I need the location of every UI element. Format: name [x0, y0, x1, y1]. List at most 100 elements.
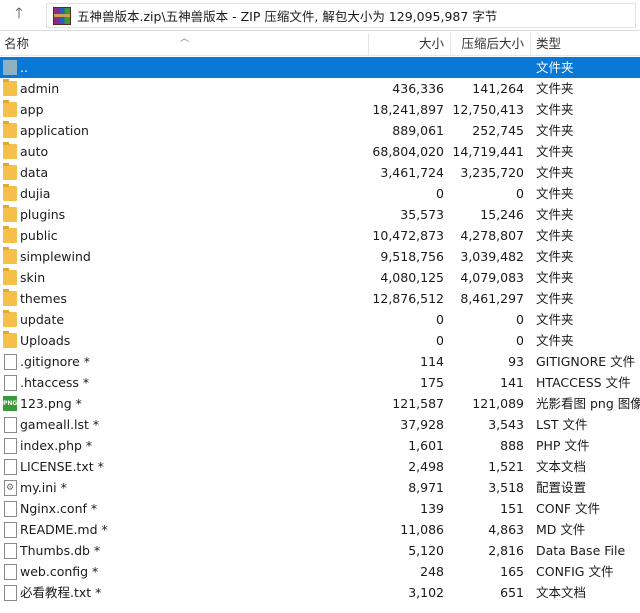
file-size: 11,086: [400, 522, 444, 537]
file-icon: [4, 564, 17, 580]
file-list-row[interactable]: LICENSE.txt * 2,498 1,521 文本文档: [0, 456, 640, 477]
file-list-row[interactable]: gameall.lst * 37,928 3,543 LST 文件: [0, 414, 640, 435]
file-name: public: [20, 228, 58, 243]
file-packed-size: 0: [516, 186, 524, 201]
file-size: 8,971: [408, 480, 444, 495]
file-icon: [4, 522, 17, 538]
file-list-row[interactable]: admin 436,336 141,264 文件夹: [0, 78, 640, 99]
file-list-row[interactable]: web.config * 248 165 CONFIG 文件: [0, 561, 640, 582]
file-name: my.ini *: [20, 480, 67, 495]
column-divider[interactable]: [368, 33, 369, 55]
file-name: web.config *: [20, 564, 99, 579]
column-divider[interactable]: [450, 33, 451, 55]
folder-icon: [3, 310, 17, 327]
file-list-row[interactable]: auto 68,804,020 14,719,441 文件夹: [0, 141, 640, 162]
file-size: 1,601: [408, 438, 444, 453]
file-size: 114: [420, 354, 444, 369]
file-packed-size: 4,079,083: [460, 270, 524, 285]
file-packed-size: 2,816: [488, 543, 524, 558]
file-type: 文件夹: [536, 144, 574, 159]
settings-file-icon: [4, 478, 17, 499]
archive-path-field[interactable]: 五神兽版本.zip\五神兽版本 - ZIP 压缩文件, 解包大小为 129,09…: [46, 3, 636, 28]
file-size: 3,461,724: [380, 165, 444, 180]
file-name: 123.png *: [20, 396, 82, 411]
file-name: gameall.lst *: [20, 417, 100, 432]
file-name: plugins: [20, 207, 66, 222]
folder-icon: [3, 121, 17, 138]
file-type: 文件夹: [536, 228, 574, 243]
file-list-row[interactable]: skin 4,080,125 4,079,083 文件夹: [0, 267, 640, 288]
file-packed-size: 151: [500, 501, 524, 516]
file-list-row[interactable]: README.md * 11,086 4,863 MD 文件: [0, 519, 640, 540]
file-name: LICENSE.txt *: [20, 459, 104, 474]
file-name: data: [20, 165, 49, 180]
column-header-type[interactable]: 类型: [536, 31, 561, 55]
file-type: GITIGNORE 文件: [536, 354, 636, 369]
file-size: 0: [436, 186, 444, 201]
file-size: 37,928: [400, 417, 444, 432]
file-list-row[interactable]: data 3,461,724 3,235,720 文件夹: [0, 162, 640, 183]
text-file-icon: [4, 459, 17, 475]
file-packed-size: 3,235,720: [460, 165, 524, 180]
file-list-row[interactable]: app 18,241,897 12,750,413 文件夹: [0, 99, 640, 120]
file-size: 0: [436, 312, 444, 327]
file-size: 68,804,020: [372, 144, 444, 159]
file-packed-size: 121,089: [472, 396, 524, 411]
file-packed-size: 12,750,413: [452, 102, 524, 117]
folder-icon: [3, 226, 17, 243]
file-name: skin: [20, 270, 46, 285]
file-packed-size: 651: [500, 585, 524, 600]
file-type: 文件夹: [536, 333, 574, 348]
folder-icon: [3, 289, 17, 306]
file-type: 文件夹: [536, 165, 574, 180]
file-size: 4,080,125: [380, 270, 444, 285]
file-type: 光影看图 png 图像: [536, 396, 640, 411]
file-list-row[interactable]: index.php * 1,601 888 PHP 文件: [0, 435, 640, 456]
file-list-row[interactable]: simplewind 9,518,756 3,039,482 文件夹: [0, 246, 640, 267]
file-list-row[interactable]: themes 12,876,512 8,461,297 文件夹: [0, 288, 640, 309]
file-list-row[interactable]: application 889,061 252,745 文件夹: [0, 120, 640, 141]
file-type: 文件夹: [536, 207, 574, 222]
folder-icon: [3, 247, 17, 264]
file-list-row[interactable]: update 0 0 文件夹: [0, 309, 640, 330]
path-bar: 🡑 五神兽版本.zip\五神兽版本 - ZIP 压缩文件, 解包大小为 129,…: [0, 0, 640, 31]
file-list-row[interactable]: .gitignore * 114 93 GITIGNORE 文件: [0, 351, 640, 372]
file-list-row[interactable]: Uploads 0 0 文件夹: [0, 330, 640, 351]
file-list-row[interactable]: PNG 123.png * 121,587 121,089 光影看图 png 图像: [0, 393, 640, 414]
winrar-archive-icon: [53, 6, 71, 25]
file-icon: [4, 375, 17, 391]
folder-icon: [3, 79, 17, 96]
file-name: .gitignore *: [20, 354, 91, 369]
file-list-row[interactable]: Nginx.conf * 139 151 CONF 文件: [0, 498, 640, 519]
archive-path-text: 五神兽版本.zip\五神兽版本 - ZIP 压缩文件, 解包大小为 129,09…: [77, 9, 498, 24]
file-size: 3,102: [408, 585, 444, 600]
file-packed-size: 141: [500, 375, 524, 390]
file-icon: [4, 438, 17, 454]
file-name: simplewind: [20, 249, 91, 264]
up-arrow-icon[interactable]: 🡑: [0, 0, 38, 30]
png-image-icon: PNG: [3, 396, 17, 411]
file-name: ..: [20, 60, 28, 75]
file-list-row[interactable]: Thumbs.db * 5,120 2,816 Data Base File: [0, 540, 640, 561]
file-packed-size: 3,039,482: [460, 249, 524, 264]
file-type: 文本文档: [536, 459, 587, 474]
file-list-row[interactable]: .. 文件夹: [0, 57, 640, 78]
file-list-row[interactable]: public 10,472,873 4,278,807 文件夹: [0, 225, 640, 246]
file-list-row[interactable]: dujia 0 0 文件夹: [0, 183, 640, 204]
file-packed-size: 165: [500, 564, 524, 579]
file-name: README.md *: [20, 522, 108, 537]
column-divider[interactable]: [530, 33, 531, 55]
file-type: 文件夹: [536, 291, 574, 306]
file-list-row[interactable]: 必看教程.txt * 3,102 651 文本文档: [0, 582, 640, 603]
file-list-row[interactable]: .htaccess * 175 141 HTACCESS 文件: [0, 372, 640, 393]
file-type: 文件夹: [536, 186, 574, 201]
file-type: CONFIG 文件: [536, 564, 614, 579]
folder-icon: [3, 184, 17, 201]
column-header-name[interactable]: 名称: [4, 31, 29, 55]
file-packed-size: 93: [508, 354, 524, 369]
file-list-row[interactable]: my.ini * 8,971 3,518 配置设置: [0, 477, 640, 499]
column-header-size[interactable]: 大小: [419, 31, 444, 55]
column-header-packed[interactable]: 压缩后大小: [461, 31, 524, 55]
file-list-row[interactable]: plugins 35,573 15,246 文件夹: [0, 204, 640, 225]
text-file-icon: [4, 585, 17, 601]
